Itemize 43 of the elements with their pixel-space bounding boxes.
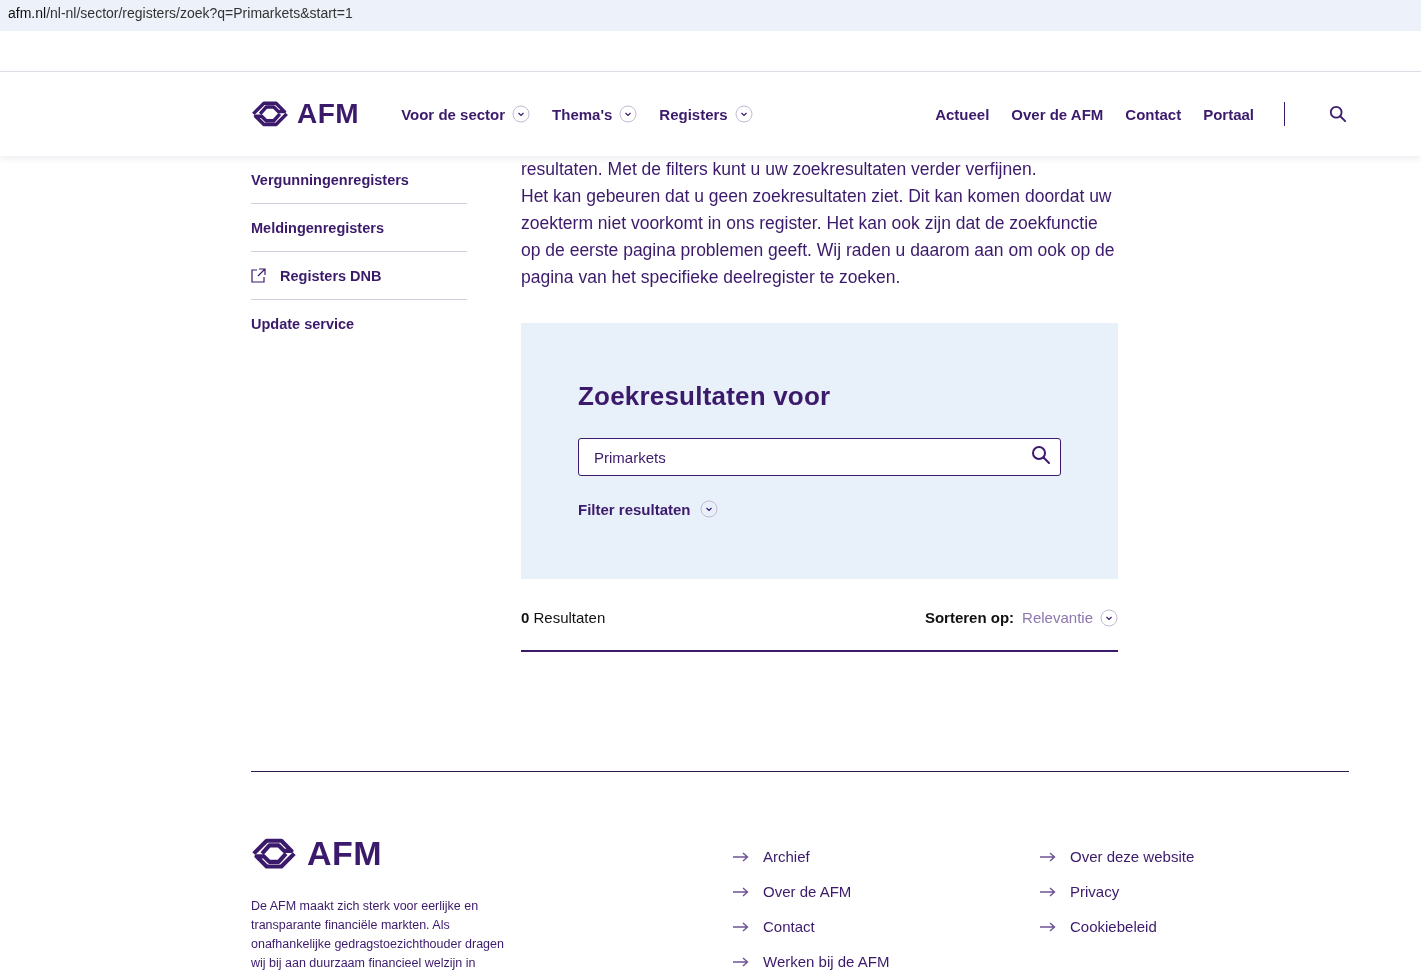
search-input[interactable]: Primarkets [594, 448, 1031, 466]
arrow-icon [1040, 886, 1056, 897]
results-count: 0 Resultaten [521, 609, 606, 626]
nav-menu[interactable]: Voor de sector [401, 105, 531, 123]
external-link-icon [251, 268, 266, 283]
sort-label: Sorteren op: [924, 609, 1015, 626]
footer-link[interactable]: Privacy [1040, 882, 1347, 901]
sidebar-link[interactable]: Vergunningenregisters [251, 156, 467, 204]
nav-link[interactable]: Over de AFM [1011, 105, 1104, 123]
address-bar-url[interactable]: afm.nl/nl-nl/sector/registers/zoek?q=Primarkets&start=1 [0, 0, 353, 21]
sidebar-link[interactable]: Meldingenregisters [251, 204, 467, 252]
footer-link[interactable]: Contact [733, 917, 1040, 936]
footer-description: De AFM maakt zich sterk voor eerlijke en transparante financiële markten. Als onafhankelijke gedragstoezichthouder dragen wij bij aan duurzaam financieel welzijn in [251, 898, 505, 972]
search-icon[interactable] [1329, 105, 1347, 123]
sidebar-link[interactable]: Update service [251, 300, 467, 347]
sidebar-link[interactable]: Registers DNB [251, 252, 467, 300]
footer-link[interactable]: Over de AFM [733, 882, 1040, 901]
arrow-icon [733, 851, 749, 862]
nav-menu[interactable]: Registers [659, 105, 753, 123]
logo-text[interactable]: AFM [307, 834, 383, 873]
logo-icon [251, 837, 297, 870]
arrow-icon [733, 886, 749, 897]
nav-link[interactable]: Contact [1125, 105, 1182, 123]
arrow-icon [733, 956, 749, 967]
logo-icon [251, 101, 289, 127]
arrow-icon [733, 921, 749, 932]
footer-link[interactable]: Cookiebeleid [1040, 917, 1347, 936]
nav-link[interactable]: Actueel [935, 105, 990, 123]
search-field[interactable]: Primarkets [578, 438, 1061, 476]
intro-paragraph: Het kan gebeuren dat u geen zoekresultaten ziet. Dit kan komen doordat uw zoekterm niet voorkomt in ons register. Het kan ook zijn dat de zoekfunctie op de eerste pagina problemen geeft. Wij raden u daarom aan om ook op de pagina van het specifieke deelregister te zoeken. [521, 185, 1116, 289]
arrow-icon [1040, 851, 1056, 862]
intro-paragraph: resultaten. Met de filters kunt u uw zoekresultaten verder verfijnen. [521, 158, 1038, 181]
sort-dropdown[interactable]: Relevantie [1022, 608, 1118, 627]
footer-link[interactable]: Over deze website [1040, 847, 1347, 866]
footer-link[interactable]: Werken bij de AFM [733, 952, 1040, 971]
arrow-icon [1040, 921, 1056, 932]
nav-link[interactable]: Portaal [1203, 105, 1254, 123]
nav-menu[interactable]: Thema's [552, 105, 638, 123]
filter-toggle[interactable]: Filter resultaten [578, 500, 718, 518]
search-results-heading: Zoekresultaten voor [578, 381, 832, 412]
search-icon[interactable] [1031, 445, 1051, 465]
logo-text[interactable]: AFM [297, 98, 360, 130]
footer-link[interactable]: Archief [733, 847, 1040, 866]
